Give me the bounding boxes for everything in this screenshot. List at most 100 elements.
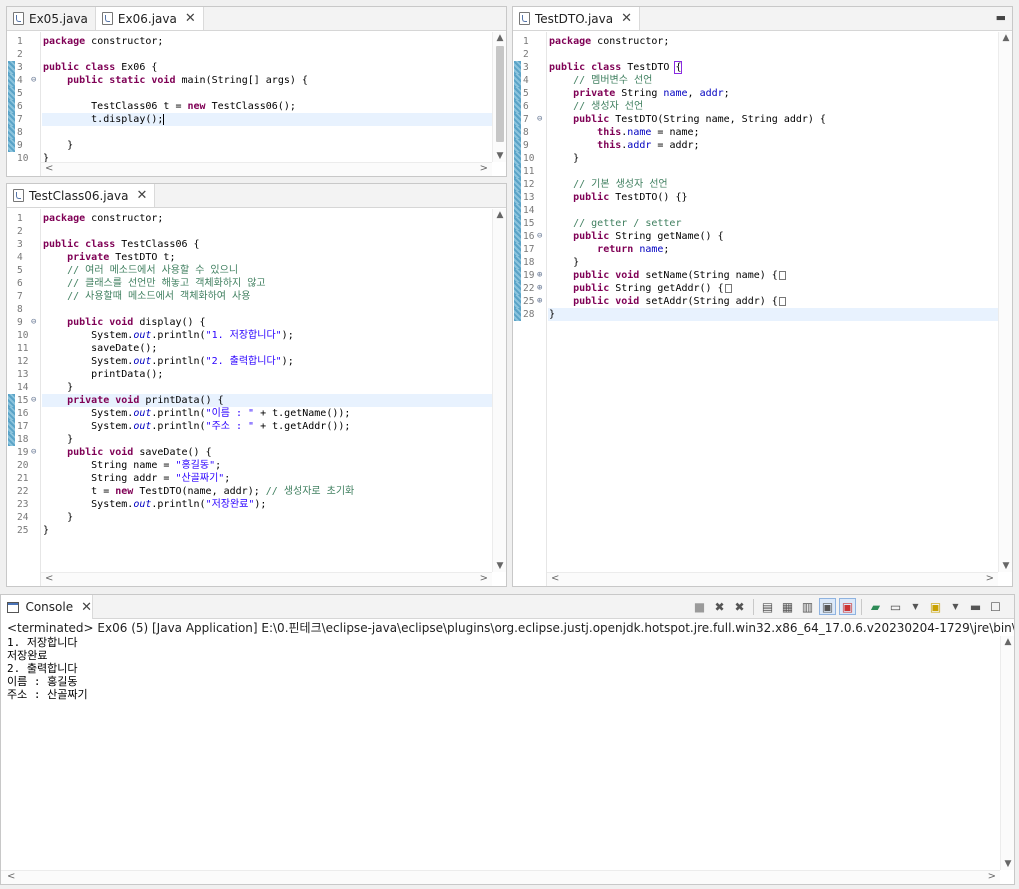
display-console-icon[interactable]: ▭ bbox=[887, 598, 904, 615]
fold-expand-icon[interactable]: ⊕ bbox=[537, 282, 542, 295]
close-icon[interactable]: ✕ bbox=[136, 189, 147, 202]
close-icon[interactable]: ✕ bbox=[621, 12, 632, 25]
code-line[interactable]: 9 } bbox=[7, 139, 506, 152]
scroll-down-icon[interactable]: ▼ bbox=[999, 561, 1012, 571]
scroll-left-icon[interactable]: < bbox=[45, 573, 53, 584]
open-console-icon[interactable]: ▣ bbox=[927, 598, 944, 615]
code-line[interactable]: 22 t = new TestDTO(name, addr); // 생성자로 … bbox=[7, 485, 506, 498]
vertical-scrollbar[interactable]: ▲ ▼ bbox=[1000, 636, 1014, 870]
scroll-down-icon[interactable]: ▼ bbox=[1001, 859, 1015, 869]
code-line[interactable]: 7 ⊖ public TestDTO(String name, String ad… bbox=[513, 113, 1012, 126]
code-line[interactable]: 12 // 기본 생성자 선언 bbox=[513, 178, 1012, 191]
vertical-scrollbar[interactable]: ▲ ▼ bbox=[492, 209, 506, 572]
fold-collapse-icon[interactable]: ⊖ bbox=[31, 394, 36, 407]
dropdown-icon[interactable]: ▼ bbox=[907, 598, 924, 615]
remove-all-icon[interactable]: ✖ bbox=[731, 598, 748, 615]
scroll-up-icon[interactable]: ▲ bbox=[999, 33, 1012, 43]
tab-console[interactable]: Console ✕ bbox=[1, 595, 93, 619]
code-line[interactable]: 4 // 멤버변수 선언 bbox=[513, 74, 1012, 87]
tab-testdto[interactable]: TestDTO.java ✕ bbox=[513, 7, 641, 30]
code-line[interactable]: 23 System.out.println("저장완료"); bbox=[7, 498, 506, 511]
dropdown-icon[interactable]: ▼ bbox=[947, 598, 964, 615]
code-line[interactable]: 8 bbox=[7, 303, 506, 316]
fold-collapse-icon[interactable]: ⊖ bbox=[31, 446, 36, 459]
horizontal-scrollbar[interactable]: < > bbox=[41, 162, 492, 176]
clear-console-icon[interactable]: ▤ bbox=[759, 598, 776, 615]
code-line[interactable]: 6 TestClass06 t = new TestClass06(); bbox=[7, 100, 506, 113]
code-line[interactable]: 6 // 클래스를 선언만 해놓고 객체화하지 않고 bbox=[7, 277, 506, 290]
horizontal-scrollbar[interactable]: < > bbox=[41, 572, 492, 586]
code-line[interactable]: 28} bbox=[513, 308, 1012, 321]
scroll-right-icon[interactable]: > bbox=[988, 871, 996, 882]
code-line[interactable]: 1 package constructor; bbox=[513, 35, 1012, 48]
code-editor[interactable]: 1 package constructor; 2 3 public class Test… bbox=[513, 32, 1012, 586]
code-line[interactable]: 20 String name = "홍길동"; bbox=[7, 459, 506, 472]
fold-expand-icon[interactable]: ⊕ bbox=[537, 295, 542, 308]
code-area[interactable]: 1 package constructor; 2 3 public class Test… bbox=[513, 35, 1012, 321]
tab-testclass06[interactable]: TestClass06.java ✕ bbox=[7, 184, 156, 207]
minimize-icon[interactable]: ▬ bbox=[967, 598, 984, 615]
scroll-left-icon[interactable]: < bbox=[45, 163, 53, 174]
scroll-lock-icon[interactable]: ▦ bbox=[779, 598, 796, 615]
code-line[interactable]: 17 System.out.println("주소 : " + t.getAdd… bbox=[7, 420, 506, 433]
code-line[interactable]: 5 bbox=[7, 87, 506, 100]
close-icon[interactable]: ✕ bbox=[81, 600, 92, 615]
minimize-icon[interactable]: ▬ bbox=[996, 11, 1006, 24]
code-line[interactable]: 6 // 생성자 선언 bbox=[513, 100, 1012, 113]
code-line[interactable]: 16 System.out.println("이름 : " + t.getNam… bbox=[7, 407, 506, 420]
pin-console-icon[interactable]: ▰ bbox=[867, 598, 884, 615]
code-editor[interactable]: 1 package constructor; 2 3 public class Test… bbox=[7, 209, 506, 586]
scroll-left-icon[interactable]: < bbox=[551, 573, 559, 584]
show-stdout-icon[interactable]: ▣ bbox=[819, 598, 836, 615]
code-line[interactable]: 15 // getter / setter bbox=[513, 217, 1012, 230]
code-line[interactable]: 7 t.display(); bbox=[7, 113, 506, 126]
fold-collapse-icon[interactable]: ⊖ bbox=[537, 230, 542, 243]
scroll-down-icon[interactable]: ▼ bbox=[493, 561, 506, 571]
show-stderr-icon[interactable]: ▣ bbox=[839, 598, 856, 615]
code-line[interactable]: 8 this.name = name; bbox=[513, 126, 1012, 139]
code-line[interactable]: 2 bbox=[513, 48, 1012, 61]
code-area[interactable]: 1 package constructor; 2 3 public class Ex06… bbox=[7, 35, 506, 165]
code-line[interactable]: 11 bbox=[513, 165, 1012, 178]
code-line[interactable]: 10 System.out.println("1. 저장합니다"); bbox=[7, 329, 506, 342]
code-line[interactable]: 2 bbox=[7, 225, 506, 238]
console-output[interactable]: 1. 저장합니다 저장완료 2. 출력합니다 이름 : 홍길동 주소 : 산골짜기 bbox=[1, 636, 998, 701]
code-line[interactable]: 18 } bbox=[513, 256, 1012, 269]
horizontal-scrollbar[interactable]: < > bbox=[1, 870, 1000, 884]
code-line[interactable]: 25 ⊕ public void setAddr(String addr) { bbox=[513, 295, 1012, 308]
code-line[interactable]: 18 } bbox=[7, 433, 506, 446]
code-line[interactable]: 12 System.out.println("2. 출력합니다"); bbox=[7, 355, 506, 368]
scroll-up-icon[interactable]: ▲ bbox=[1001, 637, 1015, 647]
code-line[interactable]: 15 ⊖ private void printData() { bbox=[7, 394, 506, 407]
fold-expand-icon[interactable]: ⊕ bbox=[537, 269, 542, 282]
close-icon[interactable]: ✕ bbox=[185, 12, 196, 25]
fold-collapse-icon[interactable]: ⊖ bbox=[31, 74, 36, 87]
remove-launch-icon[interactable]: ✖ bbox=[711, 598, 728, 615]
code-line[interactable]: 14 } bbox=[7, 381, 506, 394]
maximize-icon[interactable]: ☐ bbox=[987, 598, 1004, 615]
code-line[interactable]: 5 // 여러 메소드에서 사용할 수 있으니 bbox=[7, 264, 506, 277]
scroll-down-icon[interactable]: ▼ bbox=[493, 151, 506, 161]
code-line[interactable]: 5 private String name, addr; bbox=[513, 87, 1012, 100]
tab-ex05[interactable]: Ex05.java bbox=[7, 7, 96, 30]
code-line[interactable]: 24 } bbox=[7, 511, 506, 524]
code-line[interactable]: 2 bbox=[7, 48, 506, 61]
code-line[interactable]: 22 ⊕ public String getAddr() { bbox=[513, 282, 1012, 295]
code-line[interactable]: 1 package constructor; bbox=[7, 35, 506, 48]
code-line[interactable]: 4 private TestDTO t; bbox=[7, 251, 506, 264]
code-line[interactable]: 13 printData(); bbox=[7, 368, 506, 381]
code-line[interactable]: 1 package constructor; bbox=[7, 212, 506, 225]
code-line[interactable]: 9 ⊖ public void display() { bbox=[7, 316, 506, 329]
code-line[interactable]: 3 public class TestDTO { bbox=[513, 61, 1012, 74]
scroll-right-icon[interactable]: > bbox=[480, 573, 488, 584]
code-line[interactable]: 7 // 사용할때 메소드에서 객체화하여 사용 bbox=[7, 290, 506, 303]
scroll-left-icon[interactable]: < bbox=[7, 871, 15, 882]
code-line[interactable]: 4 ⊖ public static void main(String[] args… bbox=[7, 74, 506, 87]
code-line[interactable]: 17 return name; bbox=[513, 243, 1012, 256]
vertical-scrollbar[interactable]: ▲ ▼ bbox=[492, 32, 506, 162]
code-editor[interactable]: 1 package constructor; 2 3 public class Ex06… bbox=[7, 32, 506, 176]
code-area[interactable]: 1 package constructor; 2 3 public class Test… bbox=[7, 212, 506, 537]
code-line[interactable]: 25} bbox=[7, 524, 506, 537]
code-line[interactable]: 19 ⊖ public void saveDate() { bbox=[7, 446, 506, 459]
word-wrap-icon[interactable]: ▥ bbox=[799, 598, 816, 615]
